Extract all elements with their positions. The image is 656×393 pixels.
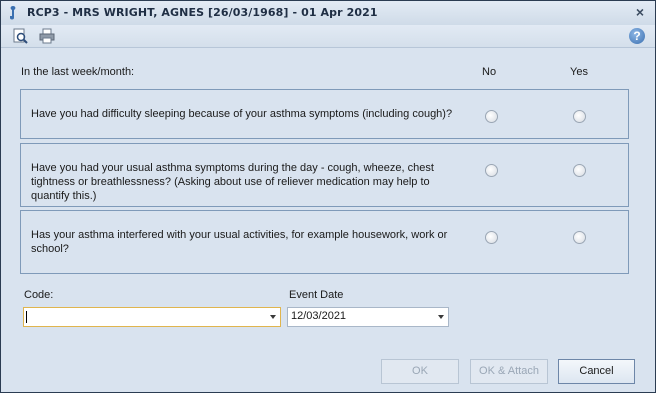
question-text-2: Have you had your usual asthma symptoms … [31, 162, 434, 202]
event-date-value[interactable]: 12/03/2021 [291, 310, 346, 322]
code-combo[interactable] [23, 307, 281, 327]
toolbar: ? [1, 25, 655, 48]
question-3-yes-radio[interactable] [573, 231, 586, 244]
form-area: In the last week/month: No Yes Have you … [1, 48, 655, 392]
help-icon[interactable]: ? [629, 28, 645, 44]
preview-icon[interactable] [12, 28, 28, 44]
dialog-window: RCP3 - MRS WRIGHT, AGNES [26/03/1968] - … [0, 0, 656, 393]
code-label: Code: [24, 289, 54, 301]
cancel-button[interactable]: Cancel [558, 359, 635, 384]
column-header-no: No [482, 66, 497, 78]
question-text-3: Has your asthma interfered with your usu… [31, 229, 448, 255]
close-button[interactable]: × [633, 4, 647, 20]
title-bar[interactable]: RCP3 - MRS WRIGHT, AGNES [26/03/1968] - … [1, 1, 655, 25]
app-icon [10, 6, 16, 20]
print-icon[interactable] [39, 28, 55, 44]
event-date-dropdown-icon[interactable] [438, 315, 444, 319]
event-date-picker[interactable]: 12/03/2021 [287, 307, 449, 327]
ok-attach-button[interactable]: OK & Attach [470, 359, 548, 384]
code-dropdown-icon[interactable] [270, 315, 276, 319]
question-1-no-radio[interactable] [485, 110, 498, 123]
question-panel-1: Have you had difficulty sleeping because… [20, 89, 629, 139]
question-text-1: Have you had difficulty sleeping because… [31, 108, 453, 120]
intro-label: In the last week/month: [21, 66, 135, 78]
column-header-yes: Yes [570, 66, 588, 78]
question-3-no-radio[interactable] [485, 231, 498, 244]
event-date-label: Event Date [289, 289, 344, 301]
question-panel-2: Have you had your usual asthma symptoms … [20, 143, 629, 207]
question-2-yes-radio[interactable] [573, 164, 586, 177]
window-title: RCP3 - MRS WRIGHT, AGNES [26/03/1968] - … [27, 6, 378, 19]
text-caret [26, 311, 27, 323]
ok-button[interactable]: OK [381, 359, 459, 384]
question-panel-3: Has your asthma interfered with your usu… [20, 210, 629, 274]
question-1-yes-radio[interactable] [573, 110, 586, 123]
question-2-no-radio[interactable] [485, 164, 498, 177]
